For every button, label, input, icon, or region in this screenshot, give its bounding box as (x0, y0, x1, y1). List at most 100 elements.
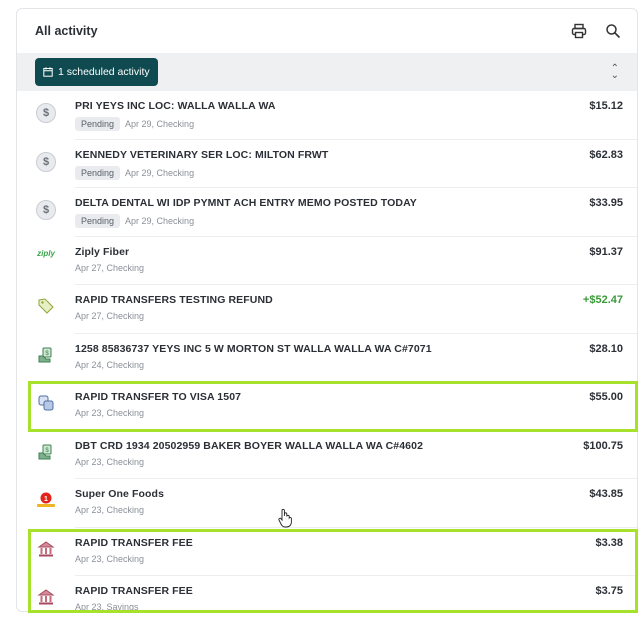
transaction-description: RAPID TRANSFER FEE (75, 536, 193, 549)
dollar-circle-icon: $ (17, 91, 75, 123)
transaction-body: DELTA DENTAL WI IDP PYMNT ACH ENTRY MEMO… (75, 188, 637, 237)
transaction-date-account: Apr 23, Savings (75, 602, 139, 612)
transaction-row[interactable]: RAPID TRANSFER TO VISA 1507 Apr 23, Check… (17, 382, 637, 431)
transaction-amount: +$52.47 (582, 294, 623, 306)
calendar-icon (43, 67, 53, 77)
transaction-body: RAPID TRANSFERS TESTING REFUND Apr 27, Ch… (75, 285, 637, 334)
transaction-row[interactable]: $1258 85836737 YEYS INC 5 W MORTON ST WA… (17, 334, 637, 382)
transaction-row[interactable]: RAPID TRANSFER FEE Apr 23, Checking $3.38 (17, 528, 637, 576)
transaction-meta-line: Apr 23, Checking (75, 554, 193, 564)
transaction-details: 1258 85836737 YEYS INC 5 W MORTON ST WAL… (75, 343, 432, 382)
transaction-date-account: Apr 29, Checking (125, 167, 195, 178)
transaction-row[interactable]: $ DBT CRD 1934 20502959 BAKER BOYER WALLA… (17, 431, 637, 479)
header-actions (569, 21, 623, 41)
transaction-details: RAPID TRANSFER TO VISA 1507 Apr 23, Check… (75, 391, 241, 430)
transaction-date-account: Apr 29, Checking (125, 119, 195, 129)
transaction-body: RAPID TRANSFER FEE Apr 23, Checking $3.38 (75, 528, 637, 576)
transaction-meta-line: Apr 24, Checking (75, 360, 432, 370)
transaction-description: DELTA DENTAL WI IDP PYMNT ACH ENTRY MEMO… (75, 197, 417, 209)
dollar-circle-icon: $ (17, 188, 75, 220)
scheduled-activity-label: 1 scheduled activity (58, 66, 150, 78)
transaction-description: RAPID TRANSFERS TESTING REFUND (75, 294, 273, 306)
transaction-row[interactable]: RAPID TRANSFERS TESTING REFUND Apr 27, Ch… (17, 285, 637, 334)
svg-text:1: 1 (44, 496, 48, 503)
transaction-description: Ziply Fiber (75, 245, 130, 258)
status-badge: Pending (75, 165, 121, 180)
transaction-date-account: Apr 23, Checking (75, 505, 145, 515)
transaction-description: 1258 85836737 YEYS INC 5 W MORTON ST WAL… (75, 342, 432, 355)
transaction-details: DBT CRD 1934 20502959 BAKER BOYER WALLA … (75, 440, 423, 479)
transaction-list: $ PRI YEYS INC LOC: WALLA WALLA WA Pending… (17, 91, 637, 612)
transaction-amount: $3.38 (595, 536, 623, 549)
transaction-amount: $3.75 (595, 585, 623, 597)
transaction-description: DBT CRD 1934 20502959 BAKER BOYER WALLA … (75, 439, 424, 452)
transaction-description: RAPID TRANSFER FEE (75, 585, 193, 597)
transaction-row[interactable]: $ PRI YEYS INC LOC: WALLA WALLA WA Pending… (17, 91, 637, 140)
transaction-date-account: Apr 23, Checking (75, 553, 145, 564)
transaction-amount: $62.83 (589, 148, 623, 161)
transaction-amount: $33.95 (589, 197, 623, 209)
ziply-logo-icon: ziply (37, 248, 55, 258)
transaction-details: KENNEDY VETERINARY SER LOC: MILTON FRWT P… (75, 149, 328, 188)
activity-header: All activity (17, 9, 637, 53)
transaction-details: RAPID TRANSFERS TESTING REFUND Apr 27, Ch… (75, 294, 273, 333)
transaction-row[interactable]: $ KENNEDY VETERINARY SER LOC: MILTON FRWT… (17, 140, 637, 188)
transaction-amount: $28.10 (589, 342, 623, 355)
transaction-date-account: Apr 27, Checking (75, 311, 145, 321)
transaction-row[interactable]: 1 Super One Foods Apr 23, Checking $43.85 (17, 479, 637, 528)
bank-icon (17, 528, 75, 558)
activity-panel: All activity 1 scheduled activity ⌃ ⌄ $ PR… (16, 8, 638, 612)
search-icon[interactable] (603, 21, 623, 41)
transaction-meta-line: Apr 23, Checking (75, 505, 164, 515)
transaction-description: KENNEDY VETERINARY SER LOC: MILTON FRWT (75, 148, 329, 161)
status-badge: Pending (75, 117, 121, 131)
scheduled-bar: 1 scheduled activity ⌃ ⌄ (17, 53, 637, 91)
transaction-meta-line: Apr 23, Savings (75, 602, 193, 612)
transaction-body: RAPID TRANSFER TO VISA 1507 Apr 23, Check… (75, 382, 637, 431)
transaction-row[interactable]: RAPID TRANSFER FEE Apr 23, Savings $3.75 (17, 576, 637, 612)
transaction-meta-line: Pending Apr 29, Checking (75, 214, 417, 228)
bank-icon (17, 576, 75, 606)
transaction-description: Super One Foods (75, 488, 165, 500)
transaction-meta-line: Apr 27, Checking (75, 311, 273, 321)
transaction-body: RAPID TRANSFER FEE Apr 23, Savings $3.75 (75, 576, 637, 612)
transaction-body: Super One Foods Apr 23, Checking $43.85 (75, 479, 637, 528)
transaction-meta-line: Apr 27, Checking (75, 263, 144, 273)
hand-cursor-icon (278, 508, 292, 528)
transaction-row[interactable]: ziply Ziply Fiber Apr 27, Checking $91.37 (17, 237, 637, 285)
transaction-description: PRI YEYS INC LOC: WALLA WALLA WA (75, 100, 276, 112)
dollar-circle-icon: $ (17, 140, 75, 172)
printer-icon[interactable] (569, 21, 589, 41)
page-title: All activity (35, 24, 98, 38)
transaction-date-account: Apr 27, Checking (75, 262, 145, 273)
transaction-body: KENNEDY VETERINARY SER LOC: MILTON FRWT P… (75, 140, 637, 188)
scheduled-activity-button[interactable]: 1 scheduled activity (35, 58, 158, 86)
transaction-body: DBT CRD 1934 20502959 BAKER BOYER WALLA … (75, 431, 637, 479)
transaction-meta-line: Pending Apr 29, Checking (75, 165, 328, 180)
tag-icon (17, 285, 75, 315)
transaction-amount: $55.00 (589, 391, 623, 403)
transaction-amount: $43.85 (589, 488, 623, 500)
transaction-date-account: Apr 23, Checking (75, 456, 145, 467)
transaction-row[interactable]: $ DELTA DENTAL WI IDP PYMNT ACH ENTRY MEM… (17, 188, 637, 237)
transaction-body: Ziply Fiber Apr 27, Checking $91.37 (75, 237, 637, 285)
transaction-details: Super One Foods Apr 23, Checking (75, 488, 164, 527)
sort-toggle-icon[interactable]: ⌃ ⌄ (611, 64, 619, 81)
transaction-meta-line: Pending Apr 29, Checking (75, 117, 276, 131)
transaction-description: RAPID TRANSFER TO VISA 1507 (75, 391, 242, 403)
transaction-details: Ziply Fiber Apr 27, Checking (75, 246, 144, 285)
transaction-meta-line: Apr 23, Checking (75, 408, 241, 418)
transaction-date-account: Apr 23, Checking (75, 408, 145, 418)
transfer-icon (17, 382, 75, 412)
cash-hand-icon: $ (17, 334, 75, 364)
status-badge: Pending (75, 214, 121, 228)
transaction-amount: $15.12 (589, 100, 623, 112)
transaction-details: RAPID TRANSFER FEE Apr 23, Savings (75, 585, 193, 612)
transaction-details: PRI YEYS INC LOC: WALLA WALLA WA Pending A… (75, 100, 276, 139)
transaction-details: DELTA DENTAL WI IDP PYMNT ACH ENTRY MEMO… (75, 197, 417, 236)
transaction-amount: $91.37 (589, 245, 623, 258)
transaction-meta-line: Apr 23, Checking (75, 457, 423, 467)
transaction-details: RAPID TRANSFER FEE Apr 23, Checking (75, 537, 193, 576)
transaction-amount: $100.75 (583, 439, 623, 452)
transaction-date-account: Apr 29, Checking (125, 216, 195, 226)
